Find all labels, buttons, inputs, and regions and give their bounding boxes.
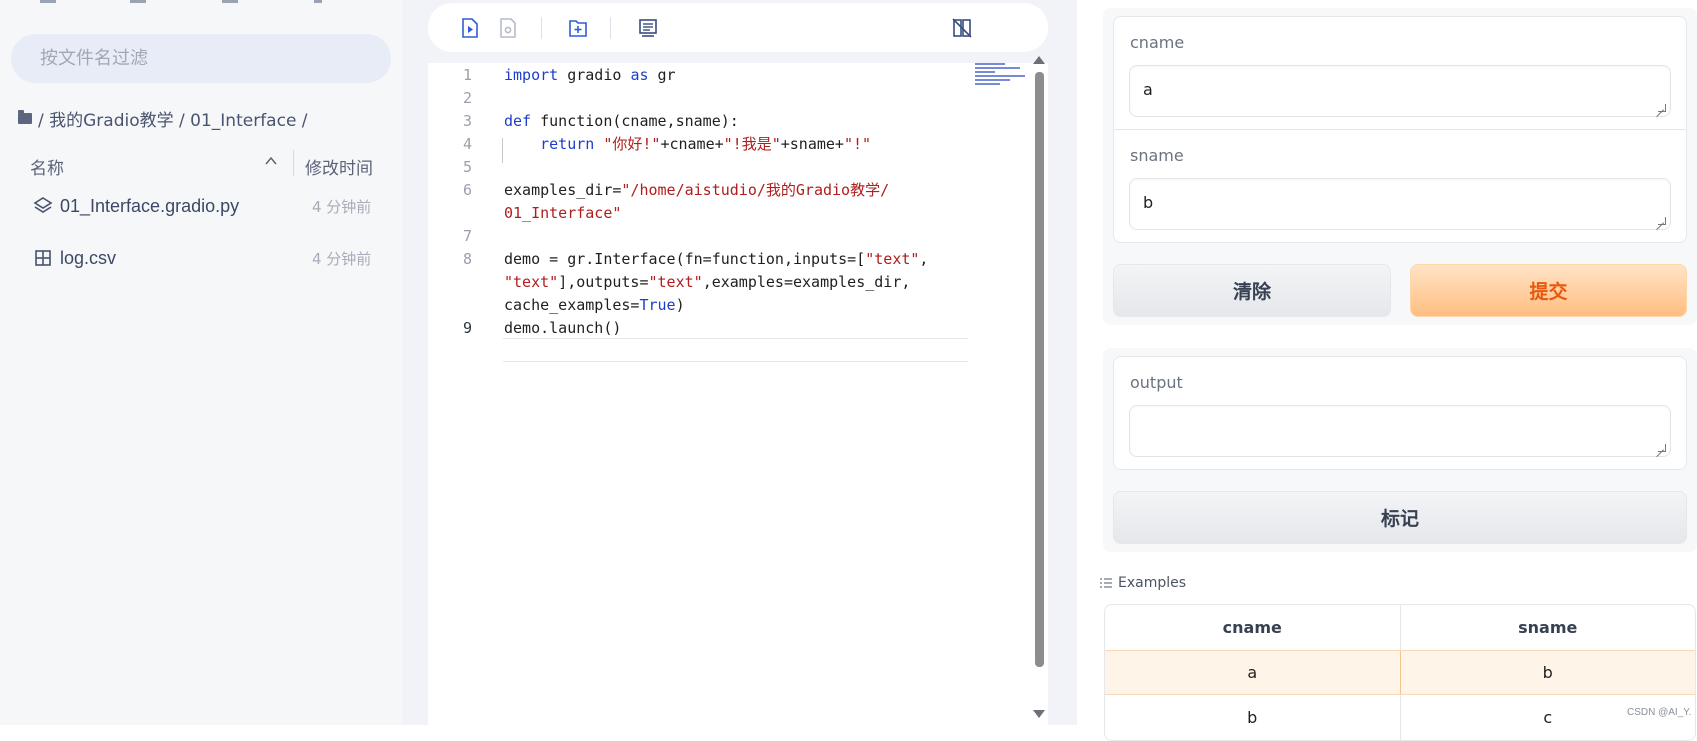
table-file-icon — [35, 250, 51, 266]
column-name-header[interactable]: 名称 — [30, 154, 64, 179]
scroll-up-arrow-icon[interactable] — [1033, 56, 1045, 64]
column-time-header[interactable]: 修改时间 — [305, 154, 373, 179]
new-file-icon[interactable] — [566, 16, 590, 40]
toolbar-divider — [541, 17, 542, 39]
list-icon — [1100, 578, 1112, 588]
examples-header: Examples — [1100, 575, 1186, 591]
sname-value[interactable]: b — [1143, 193, 1153, 212]
file-filter-input[interactable] — [40, 48, 360, 69]
terminal-icon[interactable] — [636, 16, 660, 40]
file-name[interactable]: log.csv — [60, 248, 116, 269]
line-number: 3 — [462, 112, 472, 130]
folder-icon — [18, 110, 32, 124]
line-number: 9 — [462, 319, 472, 337]
flag-button[interactable]: 标记 — [1113, 491, 1687, 544]
save-icon[interactable] — [496, 16, 520, 40]
file-modified-time: 4 分钟前 — [312, 197, 372, 216]
cname-textbox[interactable]: a — [1129, 65, 1671, 117]
file-modified-time: 4 分钟前 — [312, 249, 372, 268]
run-file-icon[interactable] — [458, 16, 482, 40]
column-divider — [293, 150, 294, 176]
resize-handle-icon[interactable] — [1658, 444, 1666, 452]
gradio-file-icon — [33, 197, 53, 213]
breadcrumb[interactable]: / 我的Gradio教学 / 01_Interface / — [18, 106, 308, 131]
panel-gap — [1077, 0, 1099, 725]
example-row[interactable]: a b — [1105, 650, 1695, 695]
file-row[interactable]: log.csv 4 分钟前 — [0, 238, 402, 278]
cname-value[interactable]: a — [1143, 80, 1153, 99]
indent-guide — [502, 138, 503, 163]
editor-scrollbar[interactable] — [1035, 72, 1044, 667]
toolbar-divider — [610, 17, 611, 39]
scroll-down-arrow-icon[interactable] — [1033, 710, 1045, 718]
minimap[interactable] — [975, 63, 1030, 87]
example-cell[interactable]: b — [1399, 651, 1696, 694]
file-list-header: 名称 修改时间 — [0, 150, 402, 180]
clear-button[interactable]: 清除 — [1113, 264, 1391, 317]
line-number: 2 — [462, 89, 472, 107]
watermark: CSDN @AI_Y. — [1627, 707, 1692, 718]
file-filter-box[interactable] — [11, 34, 391, 83]
output-textbox[interactable] — [1129, 405, 1671, 457]
line-number: 4 — [462, 135, 472, 153]
line-number: 6 — [462, 181, 472, 199]
file-name[interactable]: 01_Interface.gradio.py — [60, 196, 239, 217]
examples-title: Examples — [1118, 575, 1187, 591]
code-editor[interactable] — [428, 63, 1048, 725]
current-line-highlight — [503, 338, 968, 362]
line-number: 8 — [462, 250, 472, 268]
line-number: 7 — [462, 227, 472, 245]
file-browser-panel: / 我的Gradio教学 / 01_Interface / 名称 修改时间 01… — [0, 0, 402, 725]
line-number: 5 — [462, 158, 472, 176]
examples-header-row: cname sname — [1105, 605, 1695, 650]
submit-button[interactable]: 提交 — [1410, 264, 1687, 317]
examples-table: cname sname a b b c — [1104, 604, 1696, 741]
disable-minimap-icon[interactable] — [950, 16, 974, 40]
output-block: output — [1113, 356, 1687, 470]
resize-handle-icon[interactable] — [1658, 104, 1666, 112]
line-number: 1 — [462, 66, 472, 84]
example-cell[interactable]: a — [1105, 651, 1400, 694]
sname-block: sname b — [1113, 129, 1687, 243]
resize-handle-icon[interactable] — [1658, 217, 1666, 225]
cname-block: cname a — [1113, 16, 1687, 130]
output-label: output — [1130, 373, 1183, 392]
example-row[interactable]: b c — [1105, 695, 1695, 740]
breadcrumb-path[interactable]: / 我的Gradio教学 / 01_Interface / — [38, 106, 308, 131]
sort-ascending-icon[interactable] — [262, 152, 280, 170]
column-header: cname — [1222, 618, 1282, 637]
file-row[interactable]: 01_Interface.gradio.py 4 分钟前 — [0, 186, 402, 226]
cname-label: cname — [1130, 33, 1185, 52]
editor-toolbar — [428, 3, 1048, 52]
column-header: sname — [1399, 605, 1696, 650]
example-cell[interactable]: b — [1105, 695, 1400, 740]
sname-textbox[interactable]: b — [1129, 178, 1671, 230]
sname-label: sname — [1130, 146, 1184, 165]
